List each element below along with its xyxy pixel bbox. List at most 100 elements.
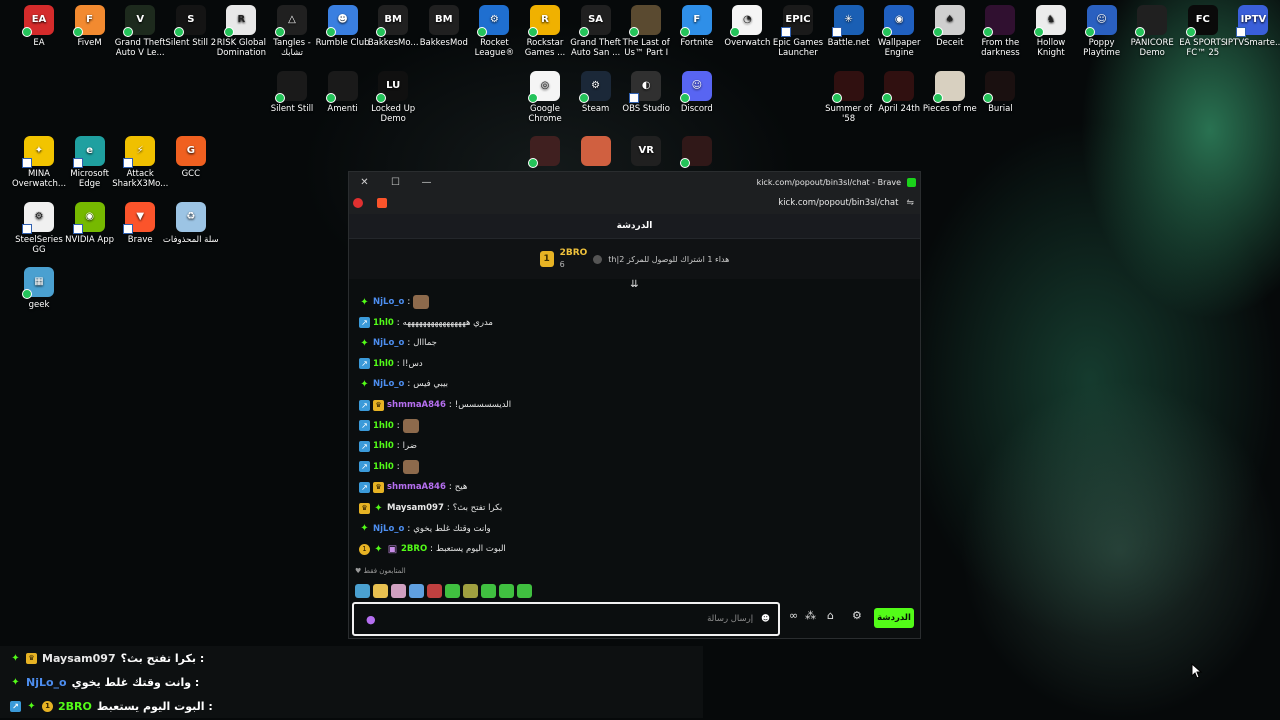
desktop-icon[interactable]: ☺ Poppy Playtime — [1074, 5, 1130, 58]
title-bar[interactable]: ✕ ☐ — kick.com/popout/bin3sl/chat - Brav… — [349, 172, 920, 192]
desktop-icon[interactable]: FC EA SPORTS FC™ 25 — [1175, 5, 1231, 58]
desktop-icon[interactable]: ⚙ SteelSeries GG — [11, 201, 67, 255]
desktop-icon[interactable]: April 24th — [871, 70, 927, 114]
close-icon[interactable]: ✕ — [349, 177, 380, 188]
emote-button[interactable] — [463, 584, 478, 598]
desktop-icon[interactable]: ✳ Battle.net — [821, 5, 877, 48]
desktop-icon[interactable]: ⚡ Attack SharkX3Mo... — [112, 136, 168, 189]
desktop-icon[interactable]: From the darkness — [972, 5, 1028, 58]
address-bar[interactable]: kick.com/popout/bin3sl/chat ⇋ — [349, 192, 920, 214]
chat-username[interactable]: 1hl0 — [373, 441, 394, 451]
chat-message[interactable]: ↗ 1hl0: — [359, 418, 419, 434]
desktop-icon[interactable]: PANICORE Demo — [1124, 5, 1180, 58]
desktop-icon[interactable]: EA EA — [11, 5, 67, 48]
chat-message[interactable]: ↗ 1hl0: مدري ههههههههههههههههه — [359, 315, 493, 331]
desktop-icon[interactable]: ◎ Google Chrome — [517, 70, 573, 124]
desktop-icon[interactable]: SA Grand Theft Auto San ... — [568, 5, 624, 58]
chat-username[interactable]: NjLo_o — [373, 379, 404, 389]
emote-button[interactable] — [391, 584, 406, 598]
chat-username[interactable]: 1hl0 — [373, 318, 394, 328]
chat-message[interactable]: ✦ NjLo_o: وانت وقتك غلط يخوي — [359, 521, 490, 537]
pinned-gift-leaderboard[interactable]: 1 2BRO 6 th|هداء 1 اشتراك للوصول للمركز … — [349, 239, 920, 279]
chat-username[interactable]: 1hl0 — [373, 421, 394, 431]
chat-username[interactable]: shmmaA846 — [387, 482, 446, 492]
chat-username[interactable]: 2BRO — [401, 544, 427, 554]
emote-button[interactable] — [373, 584, 388, 598]
chat-username[interactable]: NjLo_o — [373, 338, 404, 348]
desktop-icon[interactable]: e Microsoft Edge — [62, 136, 118, 189]
chat-message[interactable]: ↗ 1hl0: ضرا — [359, 438, 417, 454]
brave-rewards-icon[interactable] — [377, 198, 387, 208]
emote-button[interactable] — [481, 584, 496, 598]
desktop-icon[interactable]: ♠ Deceit — [922, 5, 978, 48]
desktop-icon[interactable]: V Grand Theft Auto V Le... — [112, 5, 168, 58]
store-icon[interactable]: ⌂ — [827, 609, 834, 622]
chat-username[interactable]: Maysam097 — [387, 503, 444, 513]
desktop-icon[interactable]: Burial — [972, 70, 1028, 114]
emote-button[interactable] — [517, 584, 532, 598]
desktop-icon[interactable]: G GCC — [163, 136, 219, 179]
chat-message[interactable]: ↗ ♛ shmmaA846: !الديسسسسس — [359, 397, 511, 413]
chat-input[interactable]: ● إرسال رسالة ☻ — [352, 602, 780, 636]
infinity-icon[interactable]: ∞ — [789, 609, 798, 622]
desktop-icon[interactable]: △ Tangles - تشابك — [264, 5, 320, 58]
chat-message[interactable]: ✦ NjLo_o: جمااال — [359, 335, 437, 351]
desktop-icon[interactable]: R RISK Global Domination — [213, 5, 269, 58]
shields-icon[interactable] — [353, 198, 363, 208]
browser-window[interactable]: ✕ ☐ — kick.com/popout/bin3sl/chat - Brav… — [348, 171, 921, 639]
desktop-icon[interactable]: ◐ OBS Studio — [618, 70, 674, 114]
emote-button[interactable] — [355, 584, 370, 598]
desktop-icon[interactable]: ▦ geek — [11, 267, 67, 310]
chat-message[interactable]: ✦ NjLo_o: — [359, 294, 430, 310]
tune-icon[interactable]: ⇋ — [906, 198, 914, 208]
chat-send-button[interactable]: الدردشة — [874, 608, 914, 628]
people-icon[interactable]: ⁂ — [805, 609, 816, 622]
desktop-icon[interactable]: ☺ Discord — [669, 70, 725, 114]
chat-message[interactable]: ↗ 1hl0: — [359, 459, 419, 475]
emoji-icon[interactable]: ☻ — [761, 614, 770, 624]
emote-button[interactable] — [445, 584, 460, 598]
desktop-icon[interactable]: EPIC Epic Games Launcher — [770, 5, 826, 58]
desktop-icon[interactable] — [517, 136, 573, 169]
desktop-icon[interactable]: R Rockstar Games ... — [517, 5, 573, 58]
chat-message[interactable]: ♛ ✦ Maysam097: بكرا تفتح بث؟ — [359, 500, 502, 516]
chat-username[interactable]: NjLo_o — [373, 524, 404, 534]
desktop-icon[interactable]: ◉ NVIDIA App — [62, 201, 118, 245]
maximize-icon[interactable]: ☐ — [380, 177, 411, 188]
chat-username[interactable]: NjLo_o — [373, 297, 404, 307]
emote-button[interactable] — [499, 584, 514, 598]
settings-icon[interactable]: ⚙ — [852, 609, 862, 622]
desktop-icon[interactable]: Pieces of me — [922, 70, 978, 114]
desktop-icon[interactable]: Silent Still — [264, 70, 320, 114]
desktop-icon[interactable]: ▼ Brave — [112, 201, 168, 245]
emote-button[interactable] — [427, 584, 442, 598]
desktop-icon[interactable]: VR — [618, 136, 674, 169]
chat-username[interactable]: 1hl0 — [373, 359, 394, 369]
url-text[interactable]: kick.com/popout/bin3sl/chat — [778, 198, 898, 208]
chat-message[interactable]: ↗ ♛ shmmaA846: هيح — [359, 479, 467, 495]
desktop-icon[interactable]: ♞ Hollow Knight — [1023, 5, 1079, 58]
desktop-icon[interactable]: LU Locked Up Demo — [365, 70, 421, 124]
desktop-icon[interactable] — [568, 136, 624, 169]
chat-username[interactable]: 1hl0 — [373, 462, 394, 472]
desktop-icon[interactable]: ⚙ Rocket League® — [466, 5, 522, 58]
desktop-icon[interactable]: ◔ Overwatch — [719, 5, 775, 48]
desktop-icon[interactable]: ✦ MINA Overwatch... — [11, 136, 67, 189]
desktop-icon[interactable]: Summer of '58 — [821, 70, 877, 124]
mic-icon[interactable]: ● — [366, 613, 376, 626]
desktop-icon[interactable]: BM BakkesMod — [416, 5, 472, 48]
desktop-icon[interactable]: F FiveM — [62, 5, 118, 48]
scroll-down-icon[interactable]: ⇊ — [349, 279, 920, 299]
desktop-icon[interactable]: ☻ Rumble Club — [315, 5, 371, 48]
desktop-icon[interactable]: BM BakkesMo... — [365, 5, 421, 48]
desktop-icon[interactable]: IPTV IPTVSmarte... — [1225, 5, 1280, 48]
chat-message[interactable]: ↗ 1hl0: دس!ا — [359, 356, 423, 372]
desktop-icon[interactable]: F Fortnite — [669, 5, 725, 48]
chat-message[interactable]: ✦ NjLo_o: بيبي فيس — [359, 376, 448, 392]
desktop-icon[interactable]: ⚙ Steam — [568, 70, 624, 114]
desktop-icon[interactable]: Amenti — [315, 70, 371, 114]
desktop-icon[interactable]: The Last of Us™ Part I — [618, 5, 674, 58]
minimize-icon[interactable]: — — [411, 177, 442, 188]
desktop-icon[interactable]: ♻ سلة المحذوفات — [163, 201, 219, 245]
desktop-icon[interactable] — [669, 136, 725, 169]
